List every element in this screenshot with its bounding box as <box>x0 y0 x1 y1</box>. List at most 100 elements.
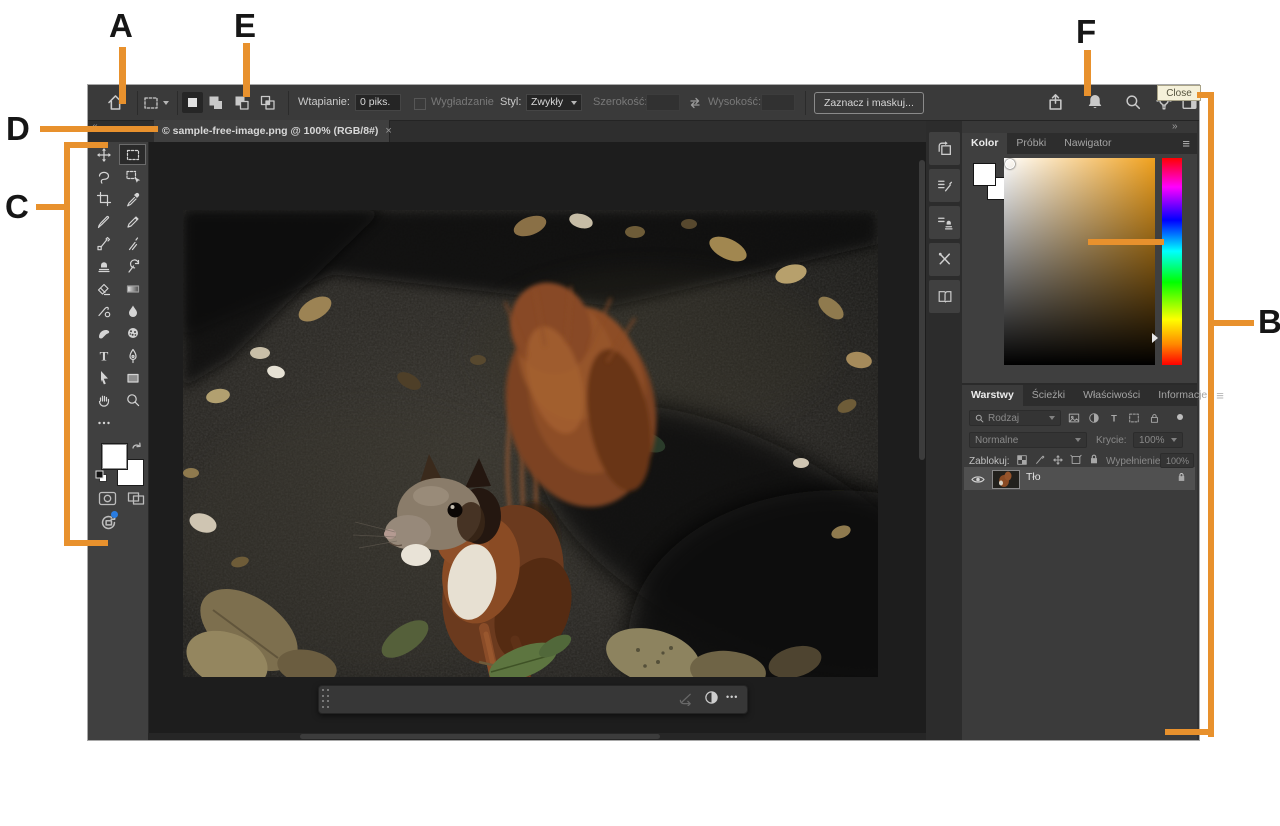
chevron-down-icon[interactable] <box>163 101 169 105</box>
panel-menu-icon[interactable]: ≡ <box>1216 389 1224 402</box>
mixer-brush-tool[interactable] <box>119 233 146 254</box>
lock-transparency-icon[interactable] <box>1016 454 1028 466</box>
fill-value: 100% <box>1166 456 1189 466</box>
taskbar-drag-handle[interactable] <box>322 689 330 708</box>
add-to-selection-icon[interactable] <box>208 95 224 110</box>
foreground-swatch-small[interactable] <box>973 163 996 186</box>
libraries-panel-icon[interactable] <box>929 280 960 313</box>
annotation-line-hue-pointer <box>1088 239 1164 245</box>
crop-tool[interactable] <box>90 188 117 209</box>
filter-adjustment-icon[interactable] <box>1088 412 1100 424</box>
blend-mode-select[interactable]: Normalne <box>969 432 1087 448</box>
collapse-panels-chevron[interactable]: » <box>1172 121 1178 132</box>
layer-thumbnail[interactable] <box>992 470 1020 489</box>
search-icon[interactable] <box>1124 93 1142 111</box>
share-icon[interactable] <box>1046 93 1065 112</box>
object-selection-tool[interactable] <box>119 166 146 187</box>
opacity-select[interactable]: 100% <box>1133 432 1183 448</box>
fill-select[interactable]: 100% <box>1160 453 1194 468</box>
annotation-letter-d: D <box>6 110 30 148</box>
width-label: Szerokość: <box>593 96 647 108</box>
zoom-tool[interactable] <box>119 389 146 410</box>
annotation-line-b-vertical <box>1208 92 1214 737</box>
lock-all-icon[interactable] <box>1088 453 1100 465</box>
clone-source-panel-icon[interactable] <box>929 206 960 239</box>
style-select[interactable]: Zwykły <box>526 94 582 111</box>
screen-mode-icon[interactable] <box>127 491 146 506</box>
pencil-tool[interactable] <box>119 211 146 232</box>
tab-color[interactable]: Kolor <box>962 133 1007 154</box>
subtract-from-selection-icon[interactable] <box>234 95 250 110</box>
height-input[interactable] <box>761 94 795 111</box>
hue-slider-pointer[interactable] <box>1152 333 1158 343</box>
blur-tool[interactable] <box>119 300 146 321</box>
width-input[interactable] <box>646 94 680 111</box>
default-colors-icon[interactable] <box>95 470 108 483</box>
quick-mask-icon[interactable] <box>98 491 117 506</box>
tab-info[interactable]: Informacje <box>1149 385 1216 406</box>
foreground-color-swatch[interactable] <box>101 443 128 470</box>
contrast-icon[interactable] <box>704 690 719 705</box>
marquee-preset-icon[interactable] <box>143 96 159 110</box>
document-tab[interactable]: © sample-free-image.png @ 100% (RGB/8#) … <box>154 120 390 142</box>
tab-layers[interactable]: Warstwy <box>962 385 1023 406</box>
tab-paths[interactable]: Ścieżki <box>1023 385 1074 406</box>
eraser-tool[interactable] <box>90 278 117 299</box>
tab-navigator[interactable]: Nawigator <box>1055 133 1120 154</box>
rectangular-marquee-tool[interactable] <box>119 144 146 165</box>
color-replacement-brush-tool[interactable] <box>90 233 117 254</box>
brush-settings-panel-icon[interactable] <box>929 169 960 202</box>
blend-mode-value: Normalne <box>975 435 1018 446</box>
hue-slider[interactable] <box>1162 158 1182 365</box>
color-field[interactable] <box>1004 158 1155 365</box>
gradient-tool[interactable] <box>119 278 146 299</box>
vertical-scrollbar[interactable] <box>919 160 925 460</box>
more-tools-button[interactable] <box>90 412 117 433</box>
lasso-tool[interactable] <box>90 166 117 187</box>
close-tab-icon[interactable]: × <box>385 125 391 137</box>
sponge-tool[interactable] <box>119 322 146 343</box>
clone-stamp-tool[interactable] <box>90 255 117 276</box>
smoothing-checkbox[interactable] <box>414 98 426 110</box>
layer-filter-select[interactable]: Rodzaj <box>969 410 1061 426</box>
chevron-down-icon <box>1075 438 1081 442</box>
feather-input[interactable]: 0 piks. <box>355 94 401 111</box>
new-selection-mode-button[interactable] <box>182 92 203 113</box>
taskbar-more-icon[interactable]: ••• <box>726 692 738 702</box>
hand-tool[interactable] <box>90 389 117 410</box>
filter-image-icon[interactable] <box>1068 412 1080 424</box>
rectangle-shape-tool[interactable] <box>119 367 146 388</box>
panel-menu-icon[interactable]: ≡ <box>1182 137 1190 150</box>
history-brush-tool[interactable] <box>119 255 146 276</box>
intersect-selection-icon[interactable] <box>260 95 276 110</box>
photo-squirrel <box>183 210 878 677</box>
filter-type-icon[interactable]: T <box>1108 412 1120 424</box>
horizontal-scrollbar[interactable] <box>300 734 660 739</box>
select-and-mask-button[interactable]: Zaznacz i maskuj... <box>814 92 924 114</box>
tab-properties[interactable]: Właściwości <box>1074 385 1149 406</box>
tab-swatches[interactable]: Próbki <box>1007 133 1055 154</box>
lock-position-icon[interactable] <box>1052 454 1064 466</box>
type-tool[interactable]: T <box>90 345 117 366</box>
lock-artboard-icon[interactable] <box>1070 454 1082 466</box>
filter-smart-object-icon[interactable] <box>1148 412 1160 424</box>
visibility-eye-icon[interactable] <box>971 472 985 490</box>
layer-name: Tło <box>1026 471 1041 483</box>
dodge-tool[interactable] <box>90 322 117 343</box>
swap-colors-icon[interactable] <box>130 440 144 453</box>
path-selection-tool[interactable] <box>90 367 117 388</box>
filter-toggle-dot[interactable] <box>1177 414 1183 420</box>
transform-icon[interactable] <box>678 691 693 706</box>
lock-pixels-icon[interactable] <box>1034 454 1046 466</box>
annotation-letter-a: A <box>109 7 133 45</box>
swap-dimensions-icon[interactable] <box>688 96 702 110</box>
tools-panel-icon[interactable] <box>929 243 960 276</box>
history-panel-icon[interactable] <box>929 132 960 165</box>
color-field-marker[interactable] <box>1005 159 1015 169</box>
filter-shape-icon[interactable] <box>1128 412 1140 424</box>
brush-tool[interactable] <box>90 211 117 232</box>
paint-bucket-tool[interactable] <box>90 300 117 321</box>
eyedropper-tool[interactable] <box>119 188 146 209</box>
divider <box>288 91 289 115</box>
pen-tool[interactable] <box>119 345 146 366</box>
